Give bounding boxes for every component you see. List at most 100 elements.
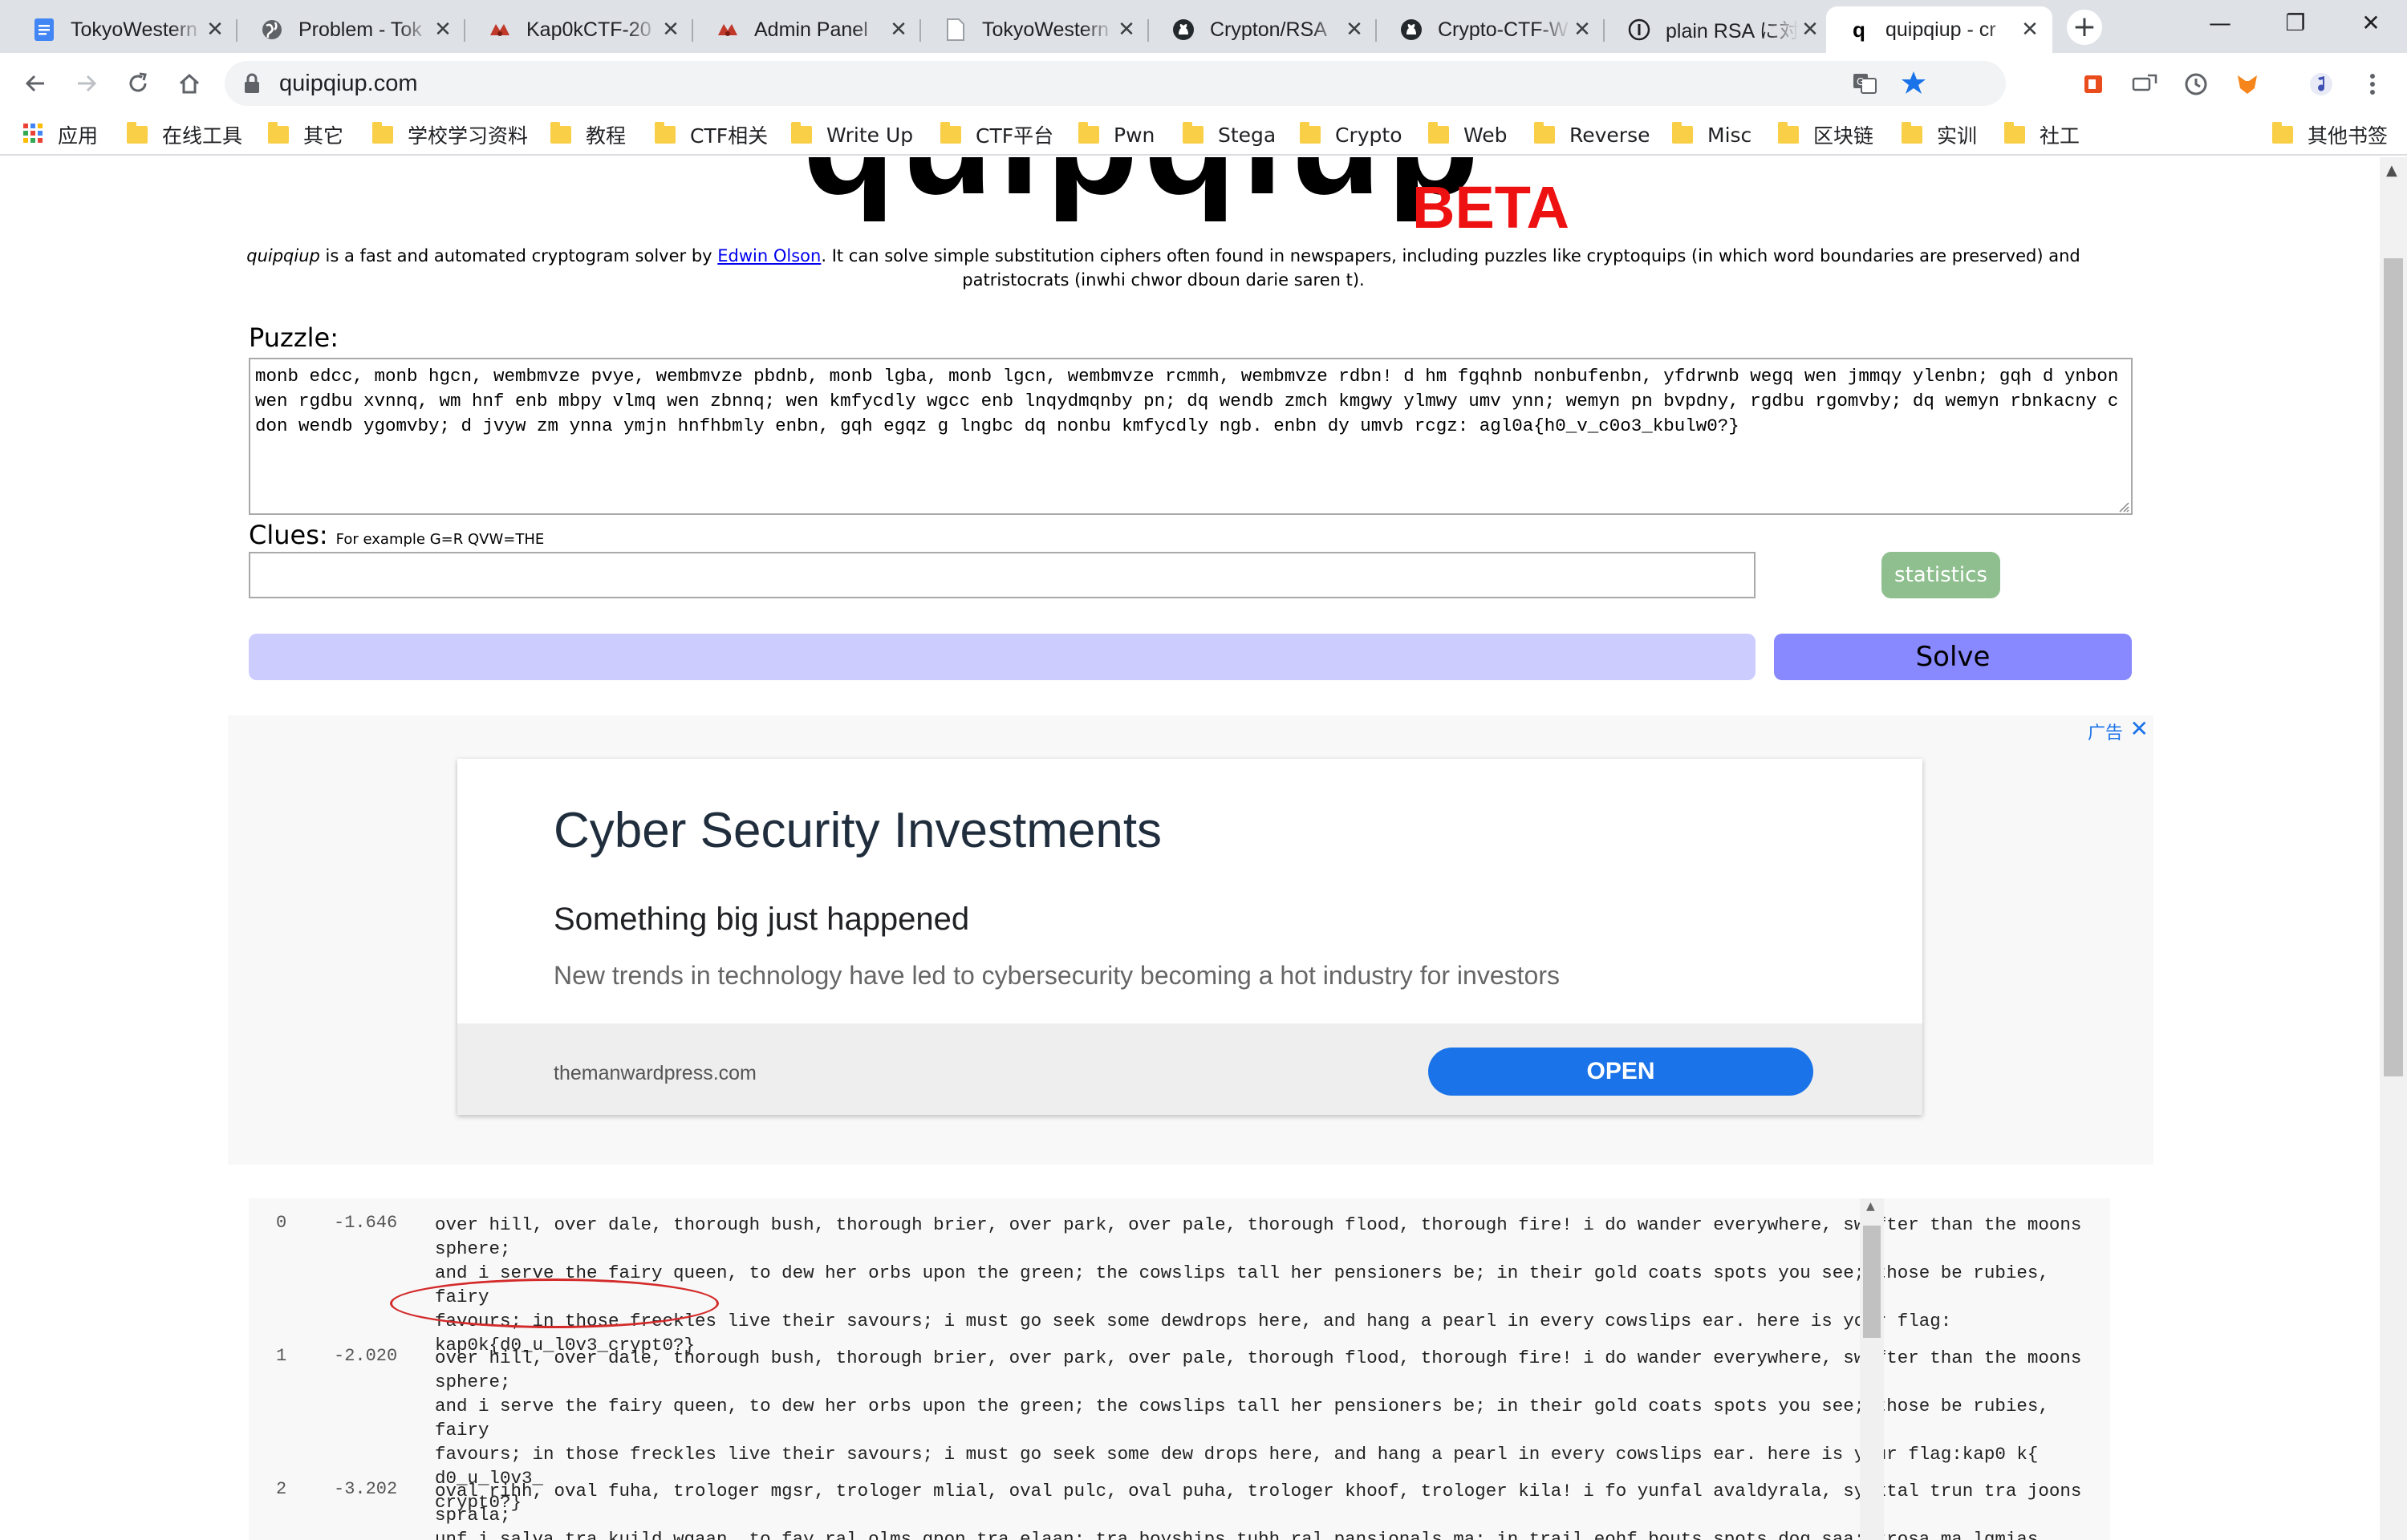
browser-tab[interactable]: TokyoWestern ✕ [11,6,237,53]
results-scrollbar[interactable]: ▲ [1860,1198,1884,1540]
folder-icon [372,122,393,144]
bookmark-folder[interactable]: Pwn [1078,120,1155,149]
metamask-fox-icon[interactable] [2234,71,2261,98]
results-scroll-thumb[interactable] [1863,1226,1881,1338]
tab-close-icon[interactable]: ✕ [2019,18,2041,42]
ad-title[interactable]: Cyber Security Investments [554,802,1162,859]
tab-close-icon[interactable]: ✕ [204,18,226,42]
ad-domain[interactable]: themanwardpress.com [554,1062,757,1085]
bookmark-folder[interactable]: Web [1428,120,1508,149]
statistics-button[interactable]: statistics [1881,552,2000,598]
intro-text-1: is a fast and automated cryptogram solve… [319,246,718,265]
menu-kebab-icon[interactable] [2359,71,2386,98]
info-icon [1627,18,1651,42]
clues-input[interactable] [249,552,1756,598]
forward-arrow-icon [78,75,97,92]
folder-icon [1902,122,1922,144]
browser-tab[interactable]: Crypton/RSA ✕ [1151,6,1377,53]
folder-icon [268,122,289,144]
history-clock-icon[interactable] [2182,71,2210,98]
folder-icon [1534,122,1555,144]
tab-title: Problem - Tok [298,18,422,41]
bookmark-folder[interactable]: Crypto [1300,120,1402,149]
tab-close-icon[interactable]: ✕ [1115,18,1138,42]
bookmark-folder[interactable]: Misc [1672,120,1751,149]
bookmark-folder[interactable]: 其它 [268,120,343,149]
address-bar[interactable]: quipqiup.com G [225,61,2006,106]
reload-icon [129,72,147,92]
browser-tab[interactable]: Problem - Tok ✕ [239,6,465,53]
lock-icon [242,72,262,98]
ad-body: New trends in technology have led to cyb… [554,961,1560,990]
reload-button[interactable] [119,64,157,103]
tab-close-icon[interactable]: ✕ [887,18,910,42]
browser-tab[interactable]: Kap0kCTF-20 ✕ [467,6,693,53]
window-close-button[interactable]: ✕ [2335,6,2407,38]
bookmark-folder[interactable]: 社工 [2004,120,2080,149]
bookmark-star-icon[interactable] [1900,69,1927,99]
tab-close-icon[interactable]: ✕ [432,18,454,42]
ad-label[interactable]: 广告 [2088,719,2123,744]
tab-close-icon[interactable]: ✕ [1343,18,1366,42]
bookmark-folder[interactable]: Write Up [791,120,913,149]
profile-avatar-icon[interactable] [2308,71,2335,98]
page-scroll-thumb[interactable] [2384,258,2403,1076]
tab-close-icon[interactable]: ✕ [1571,18,1593,42]
ad-close-icon[interactable]: ✕ [2130,715,2149,742]
bookmark-folder[interactable]: 区块链 [1778,120,1873,149]
bookmark-folder[interactable]: Stega [1183,120,1276,149]
restore-button[interactable]: ❐ [2259,6,2332,38]
tab-close-icon[interactable]: ✕ [660,18,682,42]
ad-footer: themanwardpress.com OPEN [457,1023,1922,1115]
result-score: -2.020 [334,1346,398,1366]
back-button[interactable] [16,64,55,103]
scroll-up-arrow-icon[interactable]: ▲ [2386,162,2397,179]
translate-icon[interactable]: G [1852,71,1877,99]
tab-close-icon[interactable]: ✕ [1799,18,1821,42]
results-list[interactable]: 0 -1.646 over hill, over dale, thorough … [249,1198,2110,1540]
tab-title: Kap0kCTF-20 [526,18,651,41]
github-icon [1171,18,1195,42]
tab-title: quipqiup - cr [1885,18,1996,41]
bookmark-folder[interactable]: 实训 [1902,120,1977,149]
folder-icon [1078,122,1099,144]
github-icon [1399,18,1423,42]
tab-title: TokyoWestern [71,18,197,41]
browser-tab[interactable]: Admin Panel ✕ [695,6,921,53]
solve-button[interactable]: Solve [1774,634,2132,680]
bookmark-folder[interactable]: CTF平台 [940,120,1053,149]
scroll-up-arrow-icon[interactable]: ▲ [1866,1200,1875,1213]
folder-icon [1300,122,1321,144]
ad-open-button[interactable]: OPEN [1428,1048,1813,1096]
bookmark-label: 教程 [586,124,627,148]
resize-grip-icon[interactable] [2118,500,2129,513]
apps-grid-icon [22,123,43,147]
new-tab-button[interactable]: + [2067,10,2102,45]
home-button[interactable] [170,64,209,103]
browser-tab-active[interactable]: q quipqiup - cr ✕ [1826,6,2052,53]
sync-extension-icon[interactable] [2131,71,2158,98]
tab-title: plain RSA に対 [1666,20,1799,43]
page-scrollbar[interactable]: ▲ [2380,157,2407,1540]
bookmark-label: 区块链 [1813,124,1874,148]
ad-card[interactable]: Cyber Security Investments Something big… [457,759,1922,1115]
result-text[interactable]: over hill, over dale, thorough bush, tho… [435,1213,2101,1357]
bookmark-folder[interactable]: Reverse [1534,120,1650,149]
browser-tab[interactable]: plain RSA に対 ✕ [1606,6,1833,53]
bookmark-folder[interactable]: 在线工具 [127,120,242,149]
bookmark-apps[interactable]: 应用 [22,120,98,149]
bookmark-folder[interactable]: 学校学习资料 [372,120,528,149]
other-bookmarks[interactable]: 其他书签 [2272,120,2388,149]
office-extension-icon[interactable] [2080,71,2107,98]
author-link[interactable]: Edwin Olson [717,246,821,265]
browser-tab[interactable]: Crypto-CTF-W ✕ [1378,6,1605,53]
beta-badge: BETA [1412,174,1569,241]
clues-label: Clues: [249,520,328,550]
minimize-button[interactable]: — [2184,6,2256,38]
puzzle-textarea[interactable]: monb edcc, monb hgcn, wembmvze pvye, wem… [249,358,2133,515]
bookmark-folder[interactable]: 教程 [550,120,626,149]
result-text[interactable]: oval rihh, oval fuha, trologer mgsr, tro… [435,1479,2101,1540]
browser-tab[interactable]: TokyoWestern ✕ [923,6,1149,53]
bookmark-folder[interactable]: CTF相关 [655,120,768,149]
forward-button[interactable] [67,64,106,103]
